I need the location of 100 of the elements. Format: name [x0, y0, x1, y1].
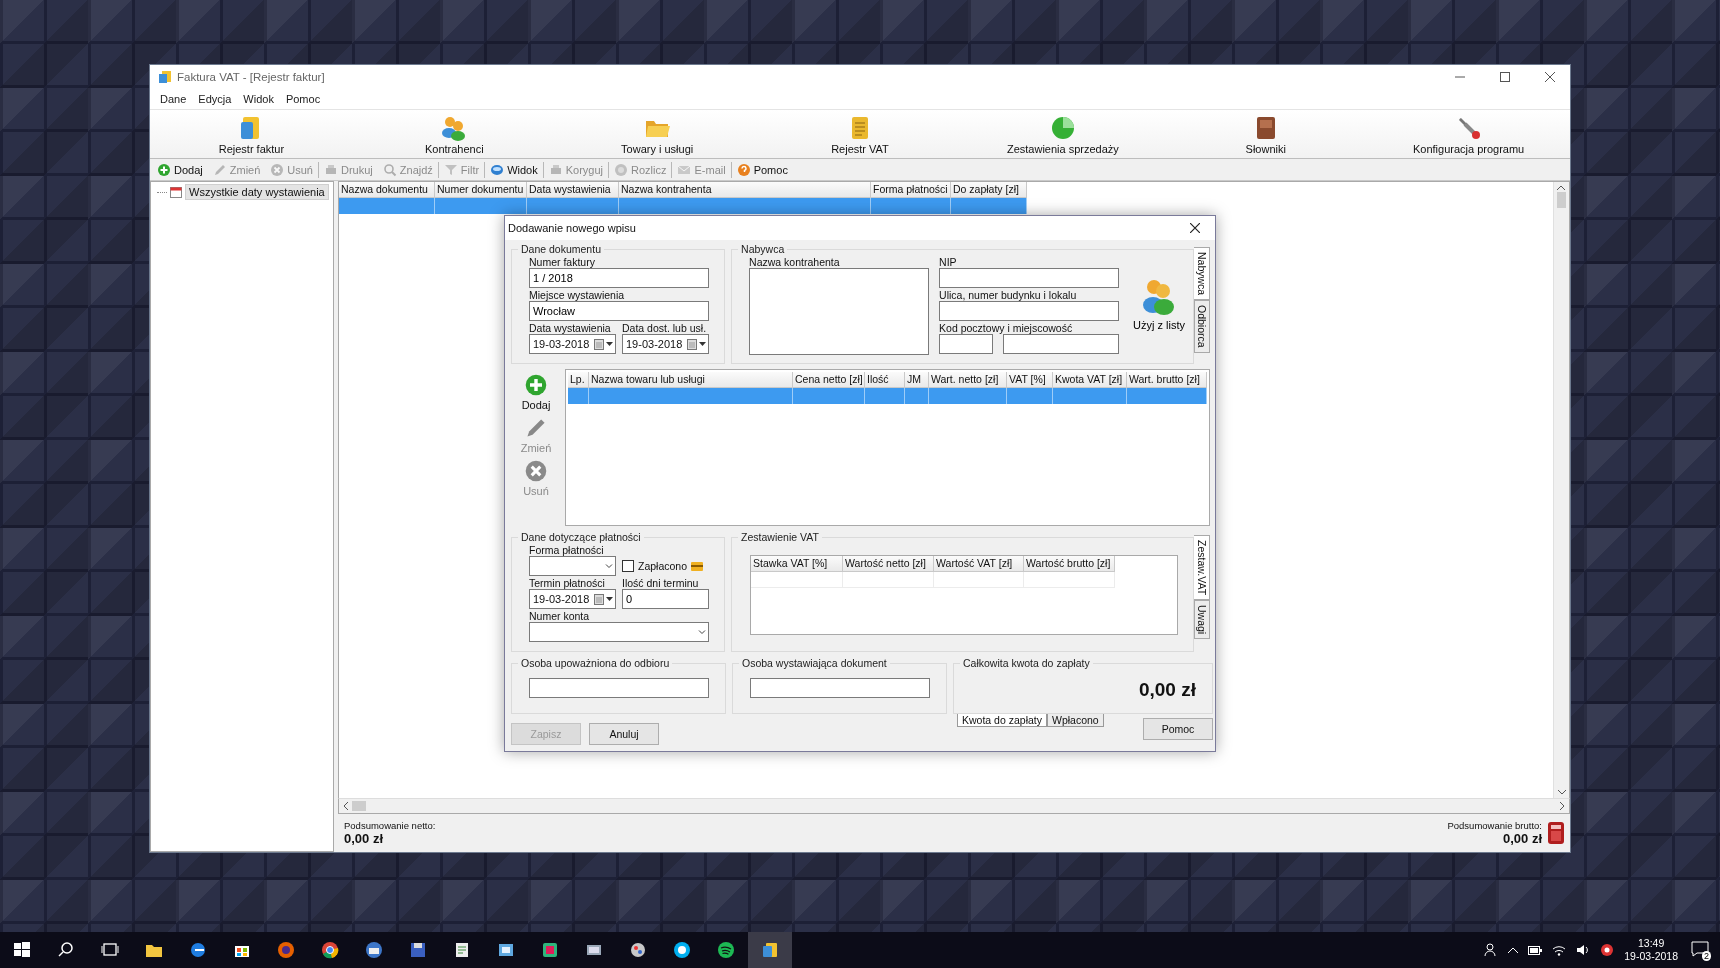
toolbar-button[interactable]: Słowniki [1164, 110, 1368, 158]
toolbar-button[interactable]: Konfiguracja programu [1367, 110, 1570, 158]
column-header[interactable]: Nazwa towaru lub usługi [589, 372, 793, 388]
wifi-icon[interactable] [1552, 944, 1567, 956]
tree-item[interactable]: Wszystkie daty wystawienia [185, 184, 329, 200]
input-field[interactable]: 0 [622, 589, 709, 609]
pencil-icon [212, 162, 227, 177]
scrollbar-thumb[interactable] [1557, 192, 1566, 208]
column-header[interactable]: Wartość VAT [zł] [934, 556, 1025, 572]
toolbar-button[interactable]: Dodaj [152, 159, 208, 180]
summary-label: Podsumowanie brutto: [1447, 820, 1542, 831]
calendar-icon [594, 338, 604, 350]
column-header[interactable]: Wartość brutto [zł] [1024, 556, 1116, 572]
calendar-icon [687, 338, 697, 350]
group-label: Osoba wystawiająca dokument [741, 657, 888, 669]
dialog-button[interactable]: Pomoc [1143, 718, 1213, 740]
toolbar-button[interactable]: Rejestr faktur [150, 110, 353, 158]
dialog-button[interactable]: Anuluj [589, 723, 659, 745]
toolbar-button[interactable]: Pomoc [731, 159, 793, 180]
checkbox-label: Zapłacono [638, 560, 688, 572]
side-tab[interactable]: Uwagi [1194, 600, 1210, 640]
column-header[interactable]: Data wystawienia [527, 182, 619, 198]
column-header[interactable]: Wartość netto [zł] [843, 556, 935, 572]
help-icon [736, 162, 751, 177]
clock-date[interactable]: 19-03-2018 [1624, 950, 1678, 963]
browser-icon [276, 940, 296, 960]
maximize-icon [1500, 72, 1510, 82]
dropdown-field[interactable] [529, 622, 709, 642]
toolbar-button[interactable]: Widok [485, 159, 543, 180]
column-header[interactable]: Forma płatności [871, 182, 951, 198]
dropdown-field[interactable] [529, 556, 616, 576]
horizontal-scrollbar[interactable] [338, 798, 1570, 814]
date-field[interactable]: 19-03-2018 [529, 334, 616, 354]
toolbar-button[interactable]: Kontrahenci [352, 110, 556, 158]
side-tab[interactable]: Odbiorca [1194, 300, 1210, 353]
clock-time[interactable]: 13:49 [1638, 937, 1665, 950]
column-header[interactable]: Wart. brutto [zł] [1127, 372, 1207, 388]
column-header[interactable]: Cena netto [zł] [793, 372, 865, 388]
tab[interactable]: Kwota do zapłaty [957, 714, 1047, 727]
use-list-button[interactable]: Użyj z listy [1133, 277, 1185, 355]
calendar-icon [170, 186, 182, 198]
volume-icon[interactable] [1576, 944, 1591, 956]
person-icon[interactable] [1484, 943, 1499, 957]
input-field[interactable] [939, 301, 1120, 321]
window-title: Faktura VAT - [Rejestr faktur] [177, 71, 326, 83]
checkbox[interactable] [622, 560, 634, 572]
column-header[interactable]: Nazwa kontrahenta [619, 182, 871, 198]
battery-icon[interactable] [1528, 945, 1543, 955]
scroll-up-icon [1557, 185, 1565, 190]
column-header[interactable]: Numer dokumentu [435, 182, 527, 198]
input-field[interactable] [939, 334, 994, 354]
group-label: Dane dotyczące płatności [520, 531, 642, 543]
column-header[interactable]: Wart. netto [zł] [929, 372, 1007, 388]
column-header[interactable]: Kwota VAT [zł] [1053, 372, 1127, 388]
filter-icon [443, 162, 458, 177]
vertical-scrollbar[interactable] [1553, 182, 1569, 798]
menu-item[interactable]: Dane [154, 93, 193, 105]
calendar-icon [594, 593, 604, 605]
input-field[interactable] [1003, 334, 1120, 354]
menu-item[interactable]: Edycja [192, 93, 238, 105]
column-header[interactable]: Stawka VAT [%] [751, 556, 844, 572]
calculator-icon[interactable] [1548, 822, 1564, 844]
item-action-button[interactable]: Dodaj [521, 373, 551, 411]
input-field[interactable] [750, 678, 930, 698]
view-icon [490, 162, 505, 177]
notifications-button[interactable]: 2 [1688, 938, 1712, 962]
column-header[interactable]: Lp. [568, 372, 589, 388]
side-tab[interactable]: Zestaw.VAT [1194, 535, 1210, 601]
menu-item[interactable]: Pomoc [279, 93, 327, 105]
column-header[interactable]: VAT [%] [1007, 372, 1053, 388]
menu-item[interactable]: Widok [237, 93, 280, 105]
printer-icon [324, 162, 338, 177]
input-field[interactable] [529, 678, 709, 698]
taskbar-button[interactable] [748, 932, 792, 968]
column-header[interactable]: Ilość [865, 372, 905, 388]
input-field[interactable]: 1 / 2018 [529, 268, 709, 288]
date-field[interactable]: 19-03-2018 [622, 334, 709, 354]
summary-value: 0,00 zł [1502, 831, 1542, 846]
input-field[interactable]: Wrocław [529, 301, 709, 321]
tab[interactable]: Wpłacono [1046, 714, 1104, 727]
browser-icon [320, 940, 340, 960]
column-header[interactable]: JM [905, 372, 929, 388]
text-area[interactable] [749, 268, 930, 355]
printer-icon [548, 162, 563, 177]
app-icon [158, 70, 172, 84]
chevron-up-icon[interactable] [1508, 947, 1519, 953]
input-field[interactable] [939, 268, 1120, 288]
scrollbar-thumb[interactable] [352, 801, 366, 811]
toolbar-button[interactable]: Rejestr VAT [758, 110, 962, 158]
column-header[interactable]: Nazwa dokumentu [339, 182, 435, 198]
side-tab[interactable]: Nabywca [1194, 247, 1210, 301]
field-label: Ilość dni terminu [622, 577, 700, 589]
dropdown-caret-icon [606, 342, 613, 346]
tray-app-icon[interactable] [1600, 943, 1615, 957]
toolbar-button[interactable]: Towary i usługi [555, 110, 759, 158]
date-field[interactable]: 19-03-2018 [529, 589, 616, 609]
column-header[interactable]: Do zapłaty [zł] [951, 182, 1027, 198]
close-icon [1190, 223, 1200, 233]
toolbar-button[interactable]: Zestawienia sprzedaży [961, 110, 1165, 158]
field-label: Numer faktury [529, 256, 596, 268]
